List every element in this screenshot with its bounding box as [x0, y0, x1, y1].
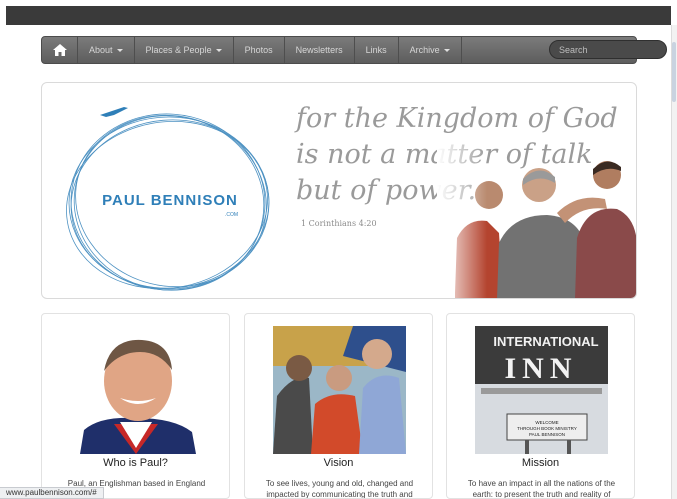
- praying-people-photo: [437, 143, 636, 298]
- svg-text:WELCOME: WELCOME: [535, 420, 558, 425]
- nav-places-people[interactable]: Places & People: [135, 37, 234, 63]
- search-input[interactable]: [549, 40, 667, 59]
- card-mission[interactable]: INTERNATIONAL INN WELCOME THROUGH BOOK M…: [446, 313, 635, 499]
- home-icon: [52, 44, 67, 56]
- chevron-down-icon: [443, 48, 450, 52]
- card-text-mission: To have an impact in all the nations of …: [467, 479, 616, 499]
- nav-archive[interactable]: Archive: [399, 37, 462, 63]
- card-who-is-paul[interactable]: Who is Paul? Paul, an Englishman based i…: [41, 313, 230, 499]
- main-navbar: About Places & People Photos Newsletters…: [41, 36, 667, 64]
- nav-links[interactable]: Links: [355, 37, 399, 63]
- nav-photos-label: Photos: [244, 45, 273, 55]
- chevron-down-icon: [215, 48, 222, 52]
- nav-about-label: About: [89, 45, 113, 55]
- svg-text:PAUL BENNISON: PAUL BENNISON: [529, 432, 565, 437]
- nav-photos[interactable]: Photos: [234, 37, 285, 63]
- svg-text:THROUGH BOOK MINISTRY: THROUGH BOOK MINISTRY: [517, 426, 577, 431]
- card-text-vision: To see lives, young and old, changed and…: [265, 479, 414, 499]
- nav-newsletters-label: Newsletters: [295, 45, 343, 55]
- card-title-who-is-paul[interactable]: Who is Paul?: [42, 457, 229, 469]
- logo-name: PAUL BENNISON: [102, 192, 238, 209]
- mission-sign-photo: INTERNATIONAL INN WELCOME THROUGH BOOK M…: [475, 326, 608, 454]
- nav-places-label: Places & People: [145, 45, 212, 55]
- home-button[interactable]: [42, 37, 78, 63]
- nav-newsletters[interactable]: Newsletters: [285, 37, 355, 63]
- paul-portrait-photo: [70, 326, 203, 454]
- scrollbar-thumb[interactable]: [672, 42, 676, 102]
- quote-reference: 1 Corinthians 4:20: [301, 219, 377, 228]
- hero-banner: PAUL BENNISON .COM for the Kingdom of Go…: [41, 82, 637, 299]
- browser-top-bar: [6, 6, 671, 25]
- plane-icon: [100, 107, 128, 117]
- nav-links-label: Links: [365, 45, 387, 55]
- vision-photo: [273, 326, 406, 454]
- logo-domain: .COM: [225, 212, 238, 218]
- chevron-down-icon: [116, 48, 123, 52]
- card-title-mission[interactable]: Mission: [447, 457, 634, 469]
- status-bar-url: www.paulbennison.com/#: [0, 487, 104, 499]
- site-logo[interactable]: PAUL BENNISON .COM: [62, 93, 277, 293]
- card-vision[interactable]: Vision To see lives, young and old, chan…: [244, 313, 433, 499]
- sign-line-1: INTERNATIONAL: [493, 334, 598, 349]
- sign-line-2: INN: [504, 352, 577, 385]
- quote-line-1: for the Kingdom of God: [296, 103, 618, 134]
- nav-about[interactable]: About: [78, 37, 135, 63]
- card-title-vision[interactable]: Vision: [245, 457, 432, 469]
- nav-archive-label: Archive: [409, 45, 440, 55]
